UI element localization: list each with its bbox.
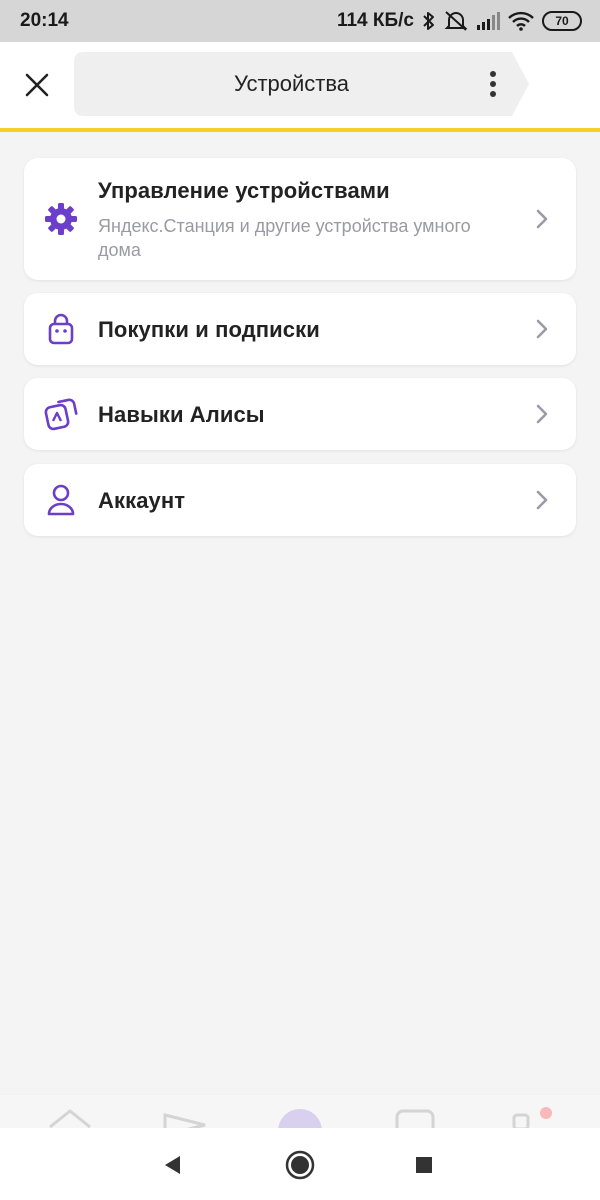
system-nav-bar <box>0 1128 600 1200</box>
battery-icon: 70 <box>542 11 582 31</box>
back-icon <box>165 1156 180 1174</box>
menu-item-label: Аккаунт <box>98 488 186 513</box>
nav-recents-button[interactable] <box>407 1148 441 1182</box>
app-header: Устройства <box>0 42 600 128</box>
bluetooth-icon <box>422 10 436 32</box>
more-menu-button[interactable] <box>478 64 508 104</box>
title-pill: Устройства <box>74 52 529 116</box>
alice-icon <box>278 1109 322 1130</box>
close-button[interactable] <box>16 64 58 106</box>
chevron-right-icon <box>532 488 552 512</box>
menu-item-label: Управление устройствами <box>98 178 390 203</box>
calendar-icon <box>395 1109 435 1130</box>
chevron-right-icon <box>532 207 552 231</box>
close-icon <box>25 73 49 97</box>
feed-icon <box>163 1113 206 1130</box>
status-bar: 20:14 114 КБ/с 70 <box>0 0 600 42</box>
menu-item-label: Покупки и подписки <box>98 317 320 342</box>
account-icon <box>42 481 80 519</box>
gear-icon <box>42 200 80 238</box>
screen: 20:14 114 КБ/с 70 Устройства Управление … <box>0 0 600 1200</box>
skills-icon <box>42 395 80 433</box>
bottom-tab-bar <box>0 1094 600 1130</box>
signal-icon <box>476 11 500 31</box>
chevron-right-icon <box>532 317 552 341</box>
recents-icon <box>416 1157 432 1173</box>
status-icons: 114 КБ/с 70 <box>337 10 582 32</box>
menu-item-sublabel: Яндекс.Станция и другие устройства умног… <box>98 216 471 260</box>
net-speed: 114 КБ/с <box>336 10 414 31</box>
home-icon <box>49 1109 91 1129</box>
page-title: Устройства <box>233 71 350 96</box>
tab-services[interactable] <box>500 1105 560 1130</box>
battery-level: 70 <box>555 14 569 28</box>
status-time: 20:14 <box>20 10 69 31</box>
mute-icon <box>444 10 468 32</box>
menu-item-account[interactable]: Аккаунт <box>24 464 576 536</box>
tab-calendar[interactable] <box>385 1105 445 1130</box>
wifi-icon <box>508 11 534 31</box>
menu-item-device-management[interactable]: Управление устройствами Яндекс.Станция и… <box>24 158 576 280</box>
menu-item-label: Навыки Алисы <box>98 402 265 427</box>
nav-home-button[interactable] <box>283 1148 317 1182</box>
tab-feed[interactable] <box>155 1105 215 1130</box>
menu-item-purchases[interactable]: Покупки и подписки <box>24 293 576 365</box>
chevron-right-icon <box>532 402 552 426</box>
shopping-bag-icon <box>42 310 80 348</box>
nav-back-button[interactable] <box>156 1148 190 1182</box>
home-circle-icon <box>285 1150 315 1180</box>
tab-alice[interactable] <box>270 1105 330 1130</box>
tab-home[interactable] <box>40 1105 100 1130</box>
header-accent-line <box>0 128 600 132</box>
more-vertical-icon <box>490 71 496 97</box>
menu-item-alice-skills[interactable]: Навыки Алисы <box>24 378 576 450</box>
services-icon <box>512 1107 552 1130</box>
